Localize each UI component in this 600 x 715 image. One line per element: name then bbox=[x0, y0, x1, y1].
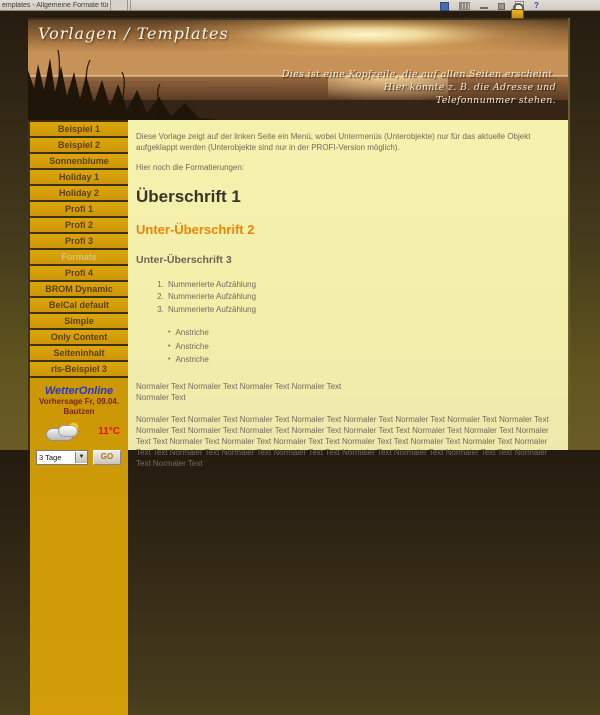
normal-text-line-1: Normaler Text Normaler Text Normaler Tex… bbox=[136, 381, 560, 392]
sidebar-menu-item[interactable]: BelCal default bbox=[30, 298, 128, 314]
go-button[interactable]: GO bbox=[93, 450, 121, 465]
sidebar-menu-item[interactable]: Beispiel 1 bbox=[30, 122, 128, 138]
bullet-list-item: Anstriche bbox=[168, 327, 560, 341]
tab-stub[interactable] bbox=[111, 0, 128, 10]
heading-2: Unter-Überschrift 2 bbox=[136, 222, 560, 237]
sun-behind-clouds-icon bbox=[44, 422, 84, 442]
cloud-icon bbox=[58, 425, 78, 437]
heading-1: Überschrift 1 bbox=[136, 187, 560, 207]
weather-widget: WetterOnline Vorhersage Fr, 09.04. Bautz… bbox=[30, 378, 128, 715]
sidebar-menu-item[interactable]: Only Content bbox=[30, 330, 128, 346]
browser-chrome: emplates - Allgemeine Formate für Texte … bbox=[0, 0, 600, 11]
website-container: Vorlagen / Templates Dies ist eine Kopfz… bbox=[28, 18, 570, 450]
numbered-list-item: Nummerierte Aufzählung bbox=[166, 304, 560, 317]
sidebar-menu-item[interactable]: Seiteninhalt bbox=[30, 346, 128, 362]
numbered-list-item: Nummerierte Aufzählung bbox=[166, 291, 560, 304]
sidebar-menu-item[interactable]: BROM Dynamic bbox=[30, 282, 128, 298]
sidebar-item-label: Formate bbox=[61, 252, 97, 262]
tagline-line-1: Dies ist eine Kopfzeile, die auf allen S… bbox=[282, 68, 556, 81]
page-header: Vorlagen / Templates Dies ist eine Kopfz… bbox=[28, 18, 568, 120]
intro-paragraph-2: Hier noch die Formatierungen: bbox=[136, 163, 560, 174]
sidebar-menu-item[interactable]: rls-Beispiel 3 bbox=[30, 362, 128, 378]
sidebar-item-label: Profi 4 bbox=[65, 268, 93, 278]
normal-text-short: Normaler Text Normaler Text Normaler Tex… bbox=[136, 381, 560, 403]
numbered-list-item: Nummerierte Aufzählung bbox=[166, 279, 560, 292]
sidebar-item-label: BelCal default bbox=[49, 300, 109, 310]
sidebar-item-label: Holiday 1 bbox=[59, 172, 99, 182]
tab-separator bbox=[130, 0, 131, 10]
sidebar-item-label: Only Content bbox=[51, 332, 108, 342]
tagline-line-2: Hier könnte z. B. die Adresse und bbox=[282, 81, 556, 94]
intro-paragraph: Diese Vorlage zeigt auf der linken Seite… bbox=[136, 132, 560, 153]
browser-tab-title[interactable]: emplates - Allgemeine Formate für Texte … bbox=[0, 2, 108, 9]
restore-icon[interactable] bbox=[498, 3, 505, 10]
sidebar-menu-item[interactable]: Profi 2 bbox=[30, 218, 128, 234]
sidebar-menu-item[interactable]: Holiday 1 bbox=[30, 170, 128, 186]
browser-toolbar-icons: ? bbox=[440, 1, 543, 11]
sidebar-item-label: Profi 2 bbox=[65, 220, 93, 230]
chevron-down-icon[interactable]: ▼ bbox=[75, 452, 87, 463]
sidebar-item-label: rls-Beispiel 3 bbox=[51, 364, 107, 374]
sidebar-item-label: Seiteninhalt bbox=[53, 348, 104, 358]
sidebar-item-label: BROM Dynamic bbox=[45, 284, 113, 294]
bullet-list-item: Anstriche bbox=[168, 354, 560, 368]
bullet-list: AnstricheAnstricheAnstriche bbox=[136, 327, 560, 368]
sidebar-item-label: Holiday 2 bbox=[59, 188, 99, 198]
heading-3: Unter-Überschrift 3 bbox=[136, 254, 560, 266]
sidebar-menu-item[interactable]: Simple bbox=[30, 314, 128, 330]
sidebar-menu-item[interactable]: Holiday 2 bbox=[30, 186, 128, 202]
sidebar-item-label: Profi 1 bbox=[65, 204, 93, 214]
weather-city: Bautzen bbox=[30, 407, 128, 417]
normal-text-paragraph: Normaler Text Normaler Text Normaler Tex… bbox=[136, 414, 560, 469]
forecast-range-select[interactable]: 3 Tage ▼ bbox=[36, 450, 88, 465]
header-tagline: Dies ist eine Kopfzeile, die auf allen S… bbox=[282, 68, 556, 107]
sidebar-item-label: Simple bbox=[64, 316, 94, 326]
minimize-icon[interactable] bbox=[480, 7, 488, 9]
weather-controls: 3 Tage ▼ GO bbox=[30, 450, 128, 465]
weather-brand-logo[interactable]: WetterOnline bbox=[30, 385, 128, 397]
sidebar-menu: Beispiel 1 Beispiel 2 Sonnenblume Holida… bbox=[30, 120, 128, 378]
tagline-line-3: Telefonnummer stehen. bbox=[282, 94, 556, 107]
grid-icon[interactable] bbox=[459, 2, 470, 10]
app-icon[interactable] bbox=[440, 2, 449, 11]
sidebar-menu-item[interactable]: Formate bbox=[30, 250, 128, 266]
forecast-range-value: 3 Tage bbox=[37, 453, 61, 462]
help-icon[interactable]: ? bbox=[534, 2, 543, 10]
sidebar-menu-item[interactable]: Profi 4 bbox=[30, 266, 128, 282]
numbered-list: Nummerierte AufzählungNummerierte Aufzäh… bbox=[136, 279, 560, 317]
sidebar-item-label: Profi 3 bbox=[65, 236, 93, 246]
weather-forecast-line: Vorhersage Fr, 09.04. bbox=[30, 397, 128, 407]
site-title: Vorlagen / Templates bbox=[38, 24, 229, 43]
bullet-list-item: Anstriche bbox=[168, 341, 560, 355]
sidebar-item-label: Sonnenblume bbox=[49, 156, 109, 166]
sidebar: Beispiel 1 Beispiel 2 Sonnenblume Holida… bbox=[28, 120, 128, 450]
temperature-value: 11°C bbox=[98, 426, 120, 437]
sidebar-menu-item[interactable]: Sonnenblume bbox=[30, 154, 128, 170]
padlock-icon bbox=[511, 3, 524, 18]
normal-text-line-2: Normaler Text bbox=[136, 392, 560, 403]
sidebar-menu-item[interactable]: Profi 3 bbox=[30, 234, 128, 250]
sidebar-menu-item[interactable]: Beispiel 2 bbox=[30, 138, 128, 154]
content-area: Diese Vorlage zeigt auf der linken Seite… bbox=[128, 120, 568, 450]
sidebar-menu-item[interactable]: Profi 1 bbox=[30, 202, 128, 218]
sidebar-item-label: Beispiel 1 bbox=[58, 124, 100, 134]
weather-icon-row: 11°C bbox=[30, 420, 128, 446]
sidebar-item-label: Beispiel 2 bbox=[58, 140, 100, 150]
